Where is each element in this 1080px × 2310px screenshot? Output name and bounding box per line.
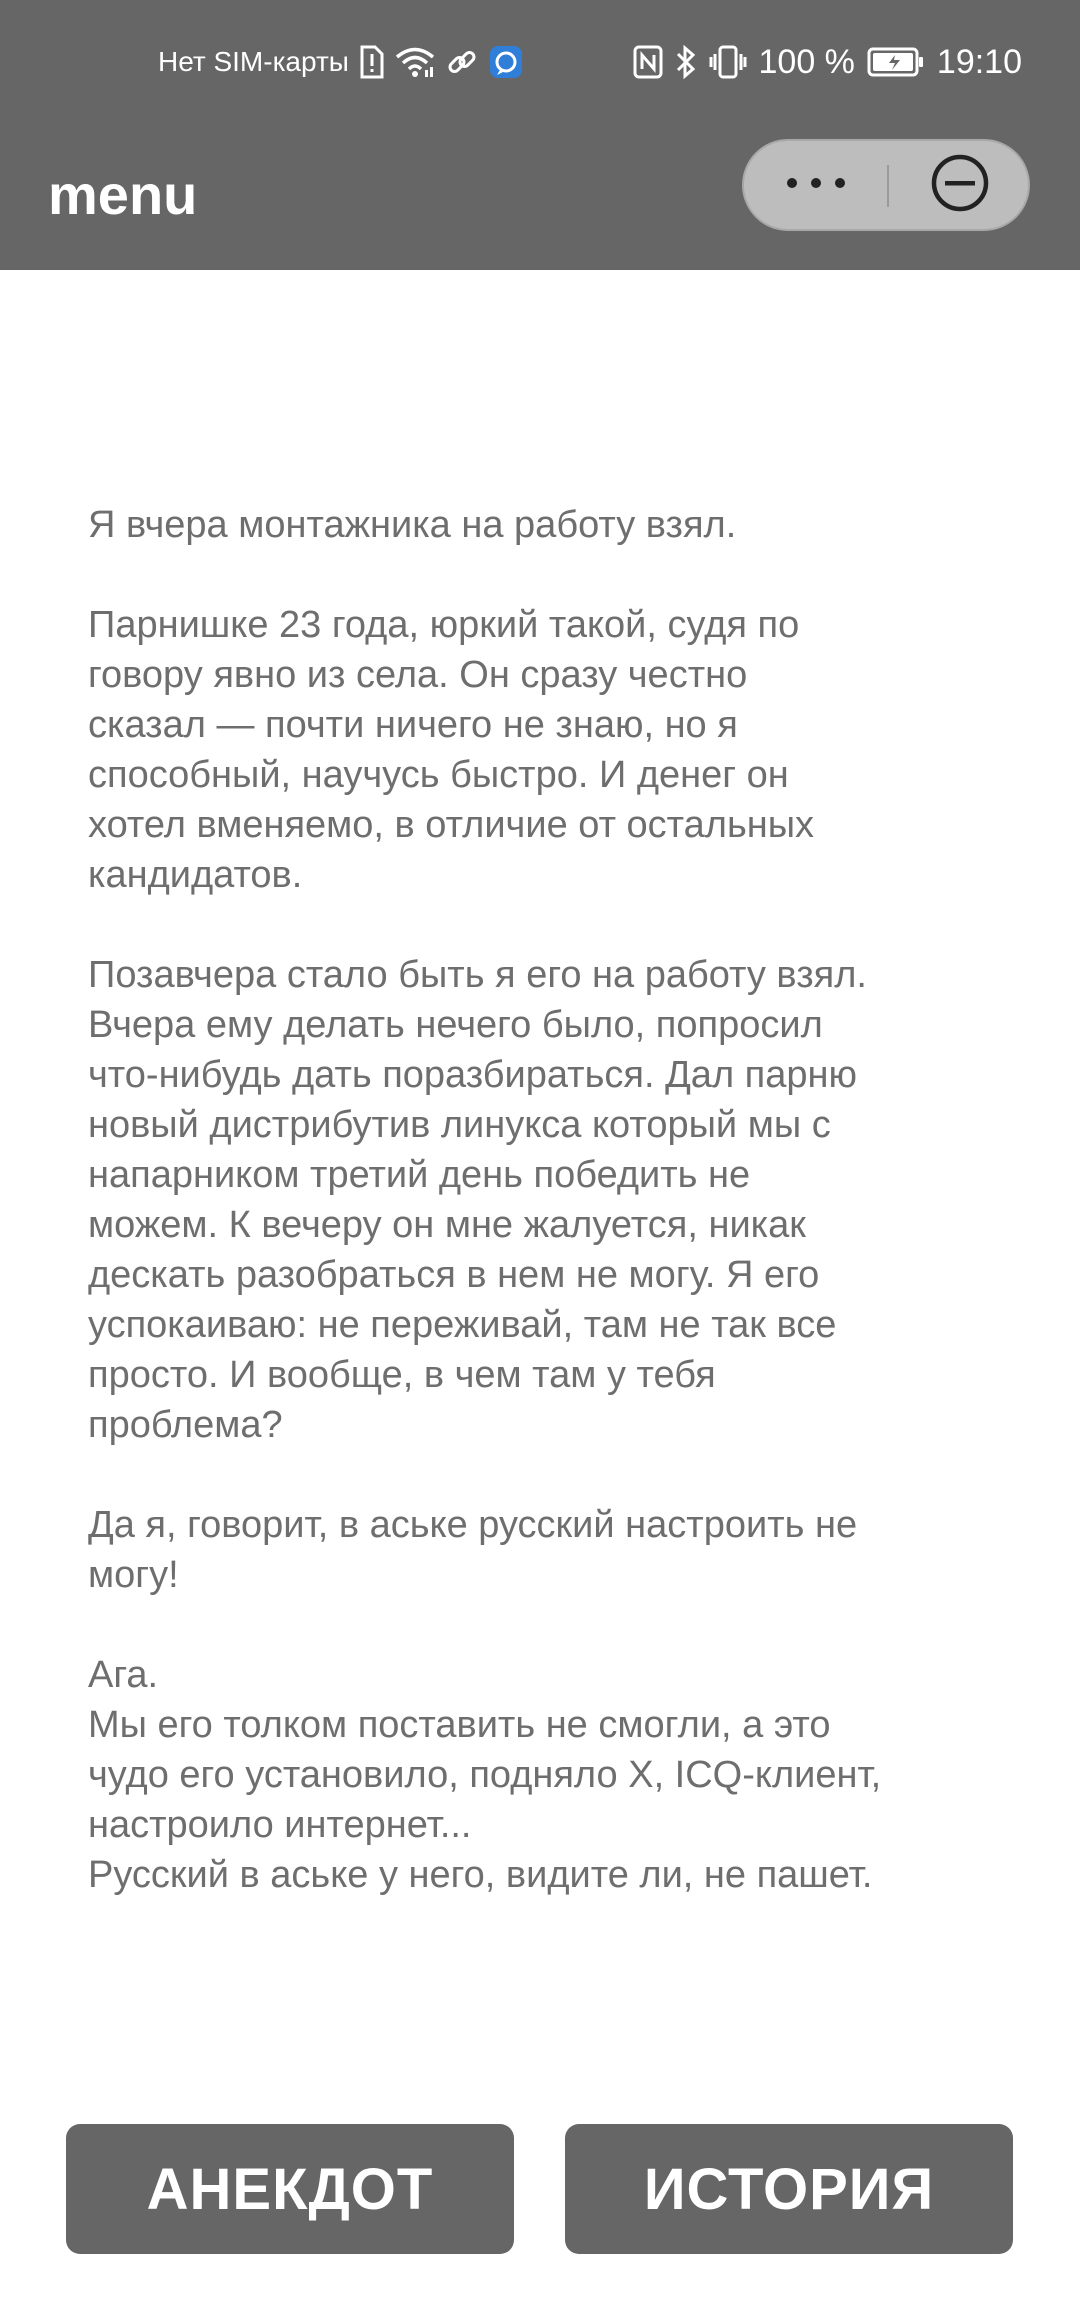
wifi-icon [395, 46, 435, 78]
status-left: Нет SIM-карты [158, 38, 523, 86]
more-button[interactable] [744, 141, 887, 229]
minus-circle-icon [930, 153, 990, 218]
joke-button[interactable]: АНЕКДОТ [66, 2124, 514, 2254]
battery-percent: 100 % [758, 42, 855, 81]
app-bar: menu [0, 125, 1080, 270]
story-button[interactable]: ИСТОРИЯ [565, 2124, 1013, 2254]
sim-status-text: Нет SIM-карты [158, 46, 349, 77]
nfc-icon [633, 45, 663, 79]
clock: 19:10 [936, 42, 1022, 81]
sim-alert-icon [359, 45, 385, 79]
page-title: menu [48, 163, 198, 226]
story-text: Я вчера монтажника на работу взял. Парни… [88, 504, 882, 1896]
mini-program-capsule [742, 139, 1030, 231]
app-notification-icon [489, 45, 523, 79]
close-miniprogram-button[interactable] [889, 141, 1030, 229]
status-right: 100 % 19:10 [633, 38, 1022, 86]
vibrate-icon [709, 45, 747, 79]
more-dots-icon [784, 175, 848, 196]
battery-icon [867, 47, 925, 77]
bluetooth-icon [675, 44, 697, 80]
link-icon [445, 45, 479, 79]
status-bar: Нет SIM-карты 100 % 19:10 [0, 0, 1080, 125]
